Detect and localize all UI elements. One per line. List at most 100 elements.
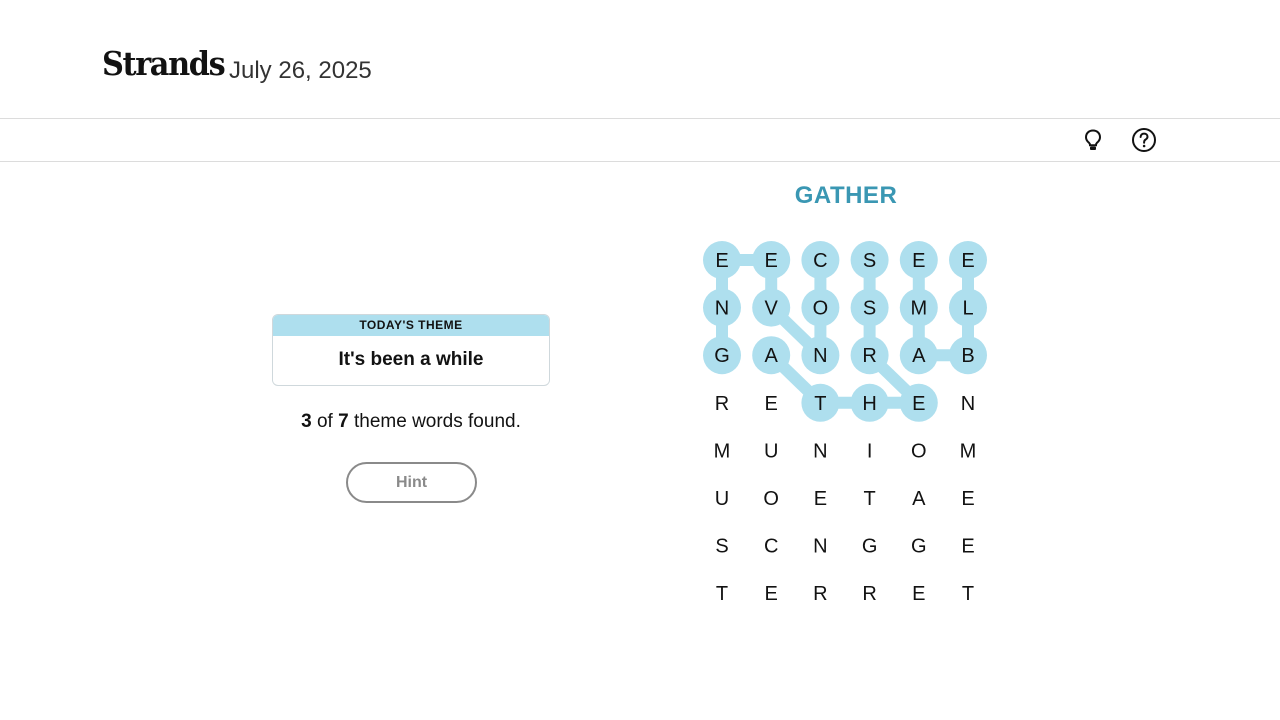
letter-cell[interactable]: R — [851, 574, 889, 612]
letter-cell[interactable]: E — [900, 574, 938, 612]
letter-cell[interactable]: C — [752, 527, 790, 565]
help-icon[interactable] — [1131, 127, 1157, 153]
letter-cell[interactable]: T — [851, 479, 889, 517]
letter: N — [961, 393, 975, 415]
letter-cell[interactable]: N — [703, 288, 741, 327]
letter-cell[interactable]: I — [851, 431, 889, 469]
letter-cell[interactable]: L — [949, 288, 987, 327]
letter: A — [765, 345, 779, 367]
letter-cell[interactable]: U — [752, 431, 790, 469]
letter-cell[interactable]: E — [703, 241, 741, 279]
letter: R — [813, 583, 827, 605]
total-count: 7 — [338, 411, 349, 432]
letter: M — [960, 440, 977, 462]
theme-text: It's been a while — [338, 349, 484, 370]
theme-card: TODAY'S THEME It's been a while — [272, 314, 550, 386]
letter-cell[interactable]: N — [949, 384, 987, 422]
letter-cell[interactable]: R — [850, 336, 889, 375]
letter-cell[interactable]: R — [801, 574, 839, 612]
letter-cell[interactable]: M — [949, 431, 987, 469]
progress-suffix: theme words found. — [353, 411, 521, 432]
letter-cell[interactable]: E — [752, 574, 790, 612]
letter-cell[interactable]: N — [801, 336, 840, 375]
puzzle-date: July 26, 2025 — [229, 57, 372, 84]
letter: N — [813, 536, 827, 558]
letter: A — [912, 488, 926, 510]
letter: E — [961, 488, 974, 510]
progress-text: 3 of 7 theme words found. — [232, 411, 590, 433]
lightbulb-icon[interactable] — [1080, 127, 1106, 153]
letter: V — [765, 298, 779, 320]
letter-cell[interactable]: E — [752, 241, 791, 279]
letter-cell[interactable]: O — [900, 431, 938, 469]
letter-cell[interactable]: E — [949, 241, 987, 279]
letter: E — [961, 536, 974, 558]
letter-cell[interactable]: R — [703, 384, 741, 422]
letter: E — [715, 250, 728, 272]
letter: E — [814, 488, 827, 510]
letter-cell[interactable]: T — [703, 574, 741, 612]
letter-cell[interactable]: E — [899, 241, 938, 279]
letter: O — [813, 298, 829, 320]
letter-cell[interactable]: C — [801, 241, 840, 279]
letter: G — [862, 536, 878, 558]
strands-logo[interactable]: Strands — [102, 44, 226, 83]
letter-cell[interactable]: A — [899, 336, 938, 375]
letter-cell[interactable]: E — [801, 479, 839, 517]
letter-cell[interactable]: B — [949, 336, 987, 375]
letter-cell[interactable]: N — [801, 527, 839, 565]
letter-cell[interactable]: S — [850, 241, 889, 279]
letter: T — [962, 583, 974, 605]
letter: E — [912, 583, 925, 605]
letter: O — [911, 440, 927, 462]
letter-cell[interactable]: A — [900, 479, 938, 517]
found-count: 3 — [301, 411, 312, 432]
letter-cell[interactable]: E — [899, 383, 938, 422]
letter: N — [813, 345, 827, 367]
letter: S — [863, 250, 876, 272]
letter: I — [867, 440, 873, 462]
letter: E — [961, 250, 974, 272]
letter: H — [862, 393, 876, 415]
letter: E — [912, 250, 925, 272]
progress-of: of — [316, 411, 333, 432]
letter: C — [764, 536, 778, 558]
letter-cell[interactable]: O — [752, 479, 790, 517]
letter-cell[interactable]: N — [801, 431, 839, 469]
app-header: Strands July 26, 2025 — [0, 0, 1280, 119]
letter: U — [715, 488, 729, 510]
toolbar — [0, 119, 1280, 162]
letter-cell[interactable]: S — [850, 288, 889, 327]
letter: L — [962, 298, 973, 320]
letter-cell[interactable]: E — [752, 384, 790, 422]
letter: R — [862, 583, 876, 605]
letter: E — [765, 583, 778, 605]
letter-cell[interactable]: G — [851, 527, 889, 565]
letter-cell[interactable]: G — [703, 336, 741, 375]
current-word: GATHER — [794, 182, 898, 209]
letter-cell[interactable]: T — [949, 574, 987, 612]
letter-cell[interactable]: A — [752, 336, 791, 375]
letter-cell[interactable]: H — [850, 383, 889, 422]
letter-cell[interactable]: M — [899, 288, 938, 327]
letter: T — [716, 583, 728, 605]
letter: U — [764, 440, 778, 462]
letter: R — [862, 345, 876, 367]
letter: G — [911, 536, 927, 558]
letter-cell[interactable]: E — [949, 527, 987, 565]
letter: M — [910, 298, 927, 320]
letter-cell[interactable]: S — [703, 527, 741, 565]
letter: T — [814, 393, 826, 415]
letter: O — [763, 488, 779, 510]
letter-cell[interactable]: O — [801, 288, 840, 327]
letter-cell[interactable]: U — [703, 479, 741, 517]
letter-cell[interactable]: M — [703, 431, 741, 469]
letter-cell[interactable]: T — [801, 383, 840, 422]
letter-cell[interactable]: E — [949, 479, 987, 517]
letter: E — [765, 250, 778, 272]
hint-button[interactable]: Hint — [346, 462, 477, 503]
letter: E — [912, 393, 925, 415]
letter: N — [813, 440, 827, 462]
letter-cell[interactable]: G — [900, 527, 938, 565]
letter-cell[interactable]: V — [752, 288, 791, 327]
